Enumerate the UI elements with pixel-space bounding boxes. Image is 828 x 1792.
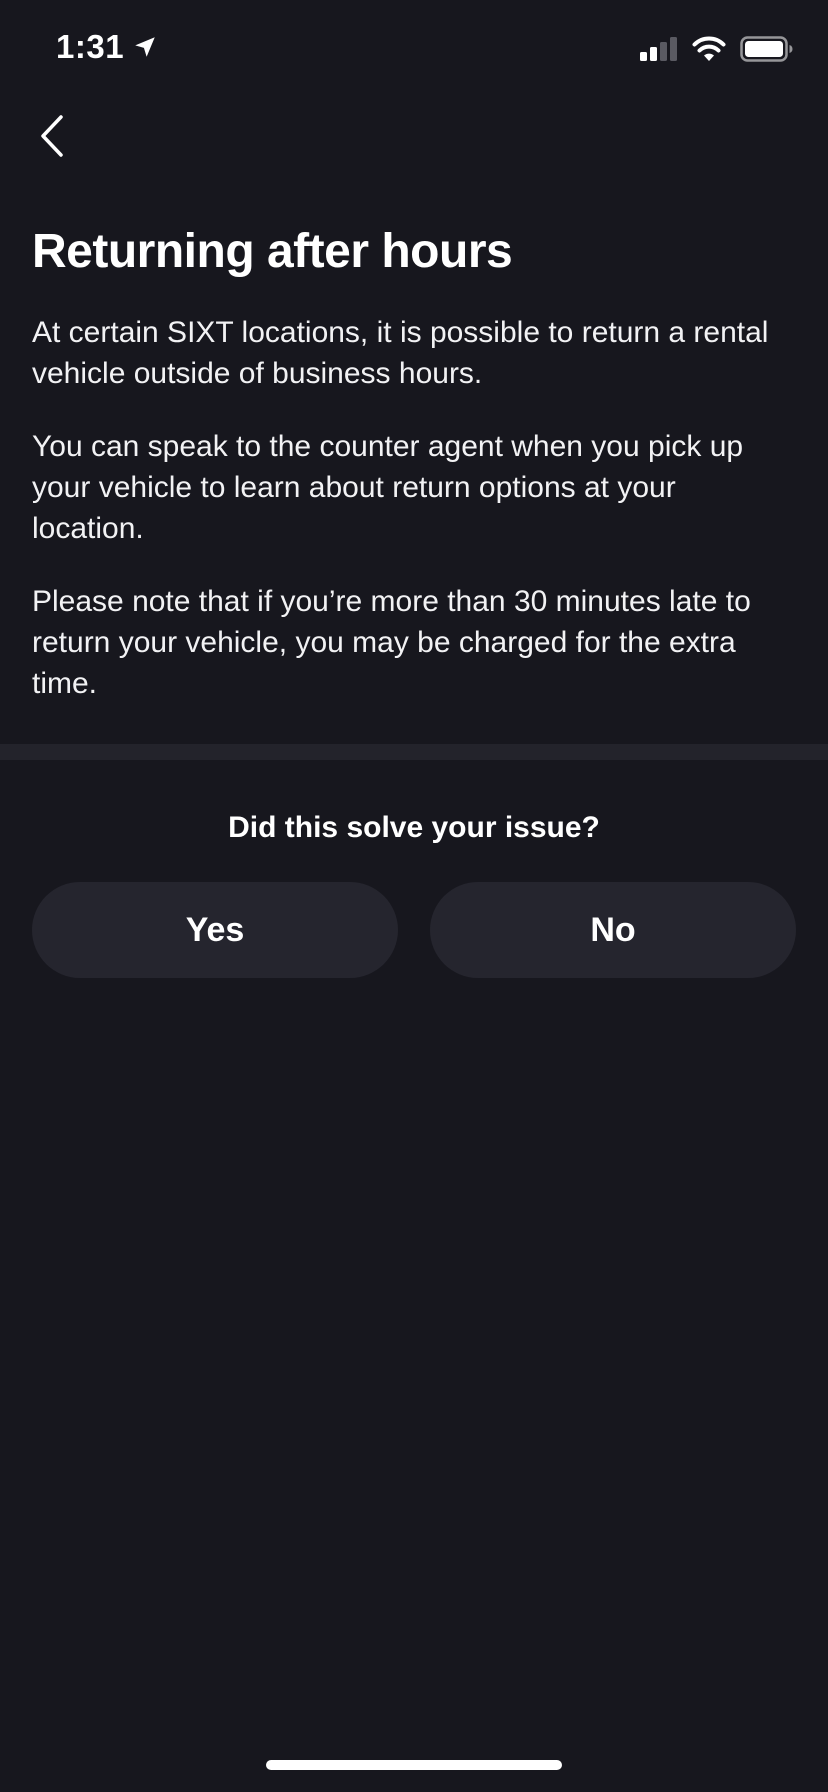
page-title: Returning after hours (32, 225, 513, 278)
feedback-question: Did this solve your issue? (228, 811, 600, 844)
no-button[interactable]: No (430, 882, 796, 978)
chevron-left-icon (37, 114, 67, 163)
home-indicator (266, 1760, 562, 1770)
status-icons (640, 36, 794, 67)
status-bar: 1:31 (0, 0, 828, 100)
section-divider (0, 744, 828, 760)
article-content: Returning after hours At certain SIXT lo… (32, 222, 788, 704)
yes-button[interactable]: Yes (32, 882, 398, 978)
article-paragraph-3: Please note that if you’re more than 30 … (32, 585, 751, 700)
back-button[interactable] (22, 108, 82, 168)
article-paragraph-1: At certain SIXT locations, it is possibl… (32, 316, 769, 390)
battery-icon (740, 36, 794, 67)
cellular-signal-icon (640, 37, 678, 66)
status-time-group: 1:31 (56, 28, 158, 66)
status-time: 1:31 (56, 28, 125, 65)
location-arrow-icon (132, 34, 158, 60)
article-paragraph-2: You can speak to the counter agent when … (32, 430, 744, 545)
wifi-icon (692, 36, 726, 67)
feedback-buttons: Yes No (32, 882, 796, 978)
